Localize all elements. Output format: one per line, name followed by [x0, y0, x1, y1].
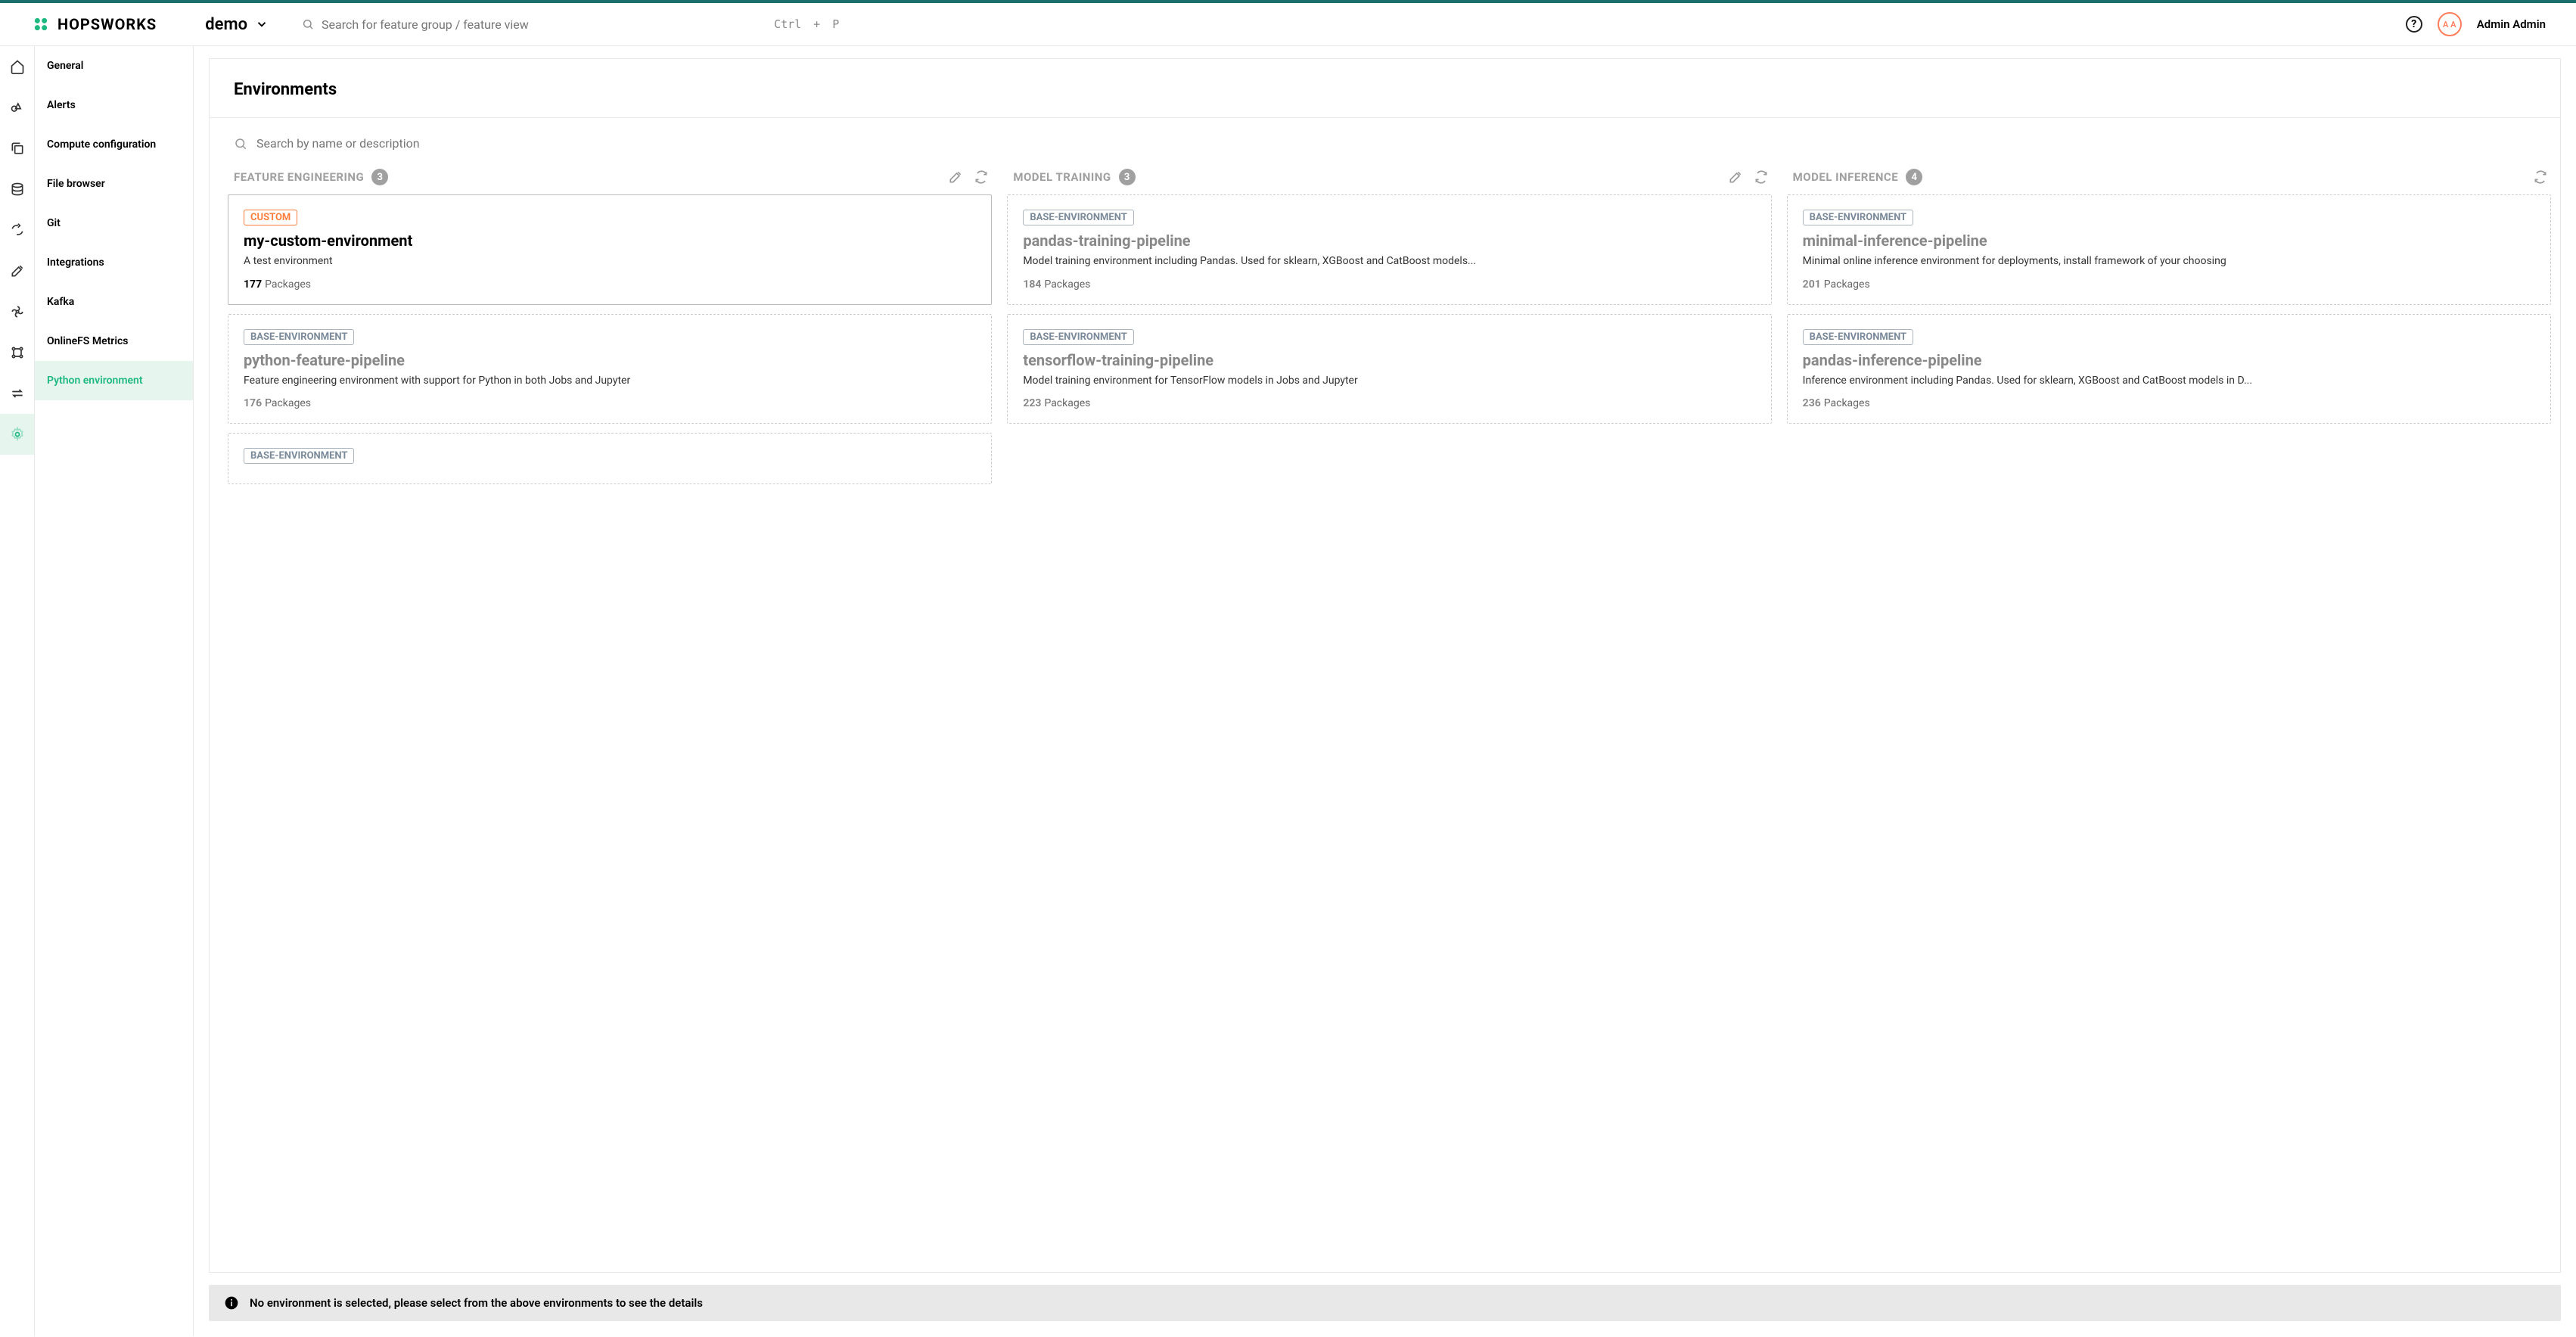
- user-name: Admin Admin: [2477, 17, 2546, 31]
- project-selector[interactable]: demo: [205, 15, 269, 34]
- rail-transfer[interactable]: [0, 373, 34, 414]
- environment-packages: 184Packages: [1023, 278, 1755, 291]
- environment-desc: Minimal online inference environment for…: [1803, 254, 2535, 269]
- page-title: Environments: [234, 80, 2536, 99]
- sidebar-item-python-env[interactable]: Python environment: [35, 361, 193, 400]
- kbd-hint: Ctrl + P: [774, 17, 839, 31]
- search-input[interactable]: [322, 17, 756, 32]
- environment-tag: BASE-ENVIRONMENT: [1023, 329, 1133, 345]
- env-search-input[interactable]: [256, 136, 483, 151]
- column-header: FEATURE ENGINEERING 3: [228, 169, 995, 185]
- environment-tag: BASE-ENVIRONMENT: [1803, 329, 1913, 345]
- rail-build[interactable]: [0, 250, 34, 291]
- environment-name: my-custom-environment: [244, 232, 976, 250]
- environment-tag: BASE-ENVIRONMENT: [244, 329, 354, 345]
- sidebar-item-general[interactable]: General: [35, 46, 193, 86]
- environment-card[interactable]: CUSTOM my-custom-environment A test envi…: [228, 194, 992, 305]
- environment-tag: BASE-ENVIRONMENT: [1023, 210, 1133, 225]
- environment-card[interactable]: BASE-ENVIRONMENT minimal-inference-pipel…: [1787, 194, 2551, 305]
- sidebar: General Alerts Compute configuration Fil…: [35, 46, 194, 1336]
- sync-icon[interactable]: [1754, 169, 1769, 185]
- environment-desc: Model training environment for TensorFlo…: [1023, 374, 1755, 389]
- column-count-badge: 3: [1119, 169, 1136, 185]
- column-count-badge: 3: [371, 169, 388, 185]
- logo[interactable]: HOPSWORKS: [30, 14, 157, 35]
- rail-storage[interactable]: [0, 169, 34, 210]
- info-icon: [224, 1295, 239, 1311]
- column-header: MODEL INFERENCE 4: [1787, 169, 2554, 185]
- app-header: HOPSWORKS demo Ctrl + P ? A A Admin Admi…: [0, 3, 2576, 46]
- environment-tag: BASE-ENVIRONMENT: [1803, 210, 1913, 225]
- sidebar-item-file-browser[interactable]: File browser: [35, 164, 193, 204]
- environment-packages: 176Packages: [244, 397, 976, 409]
- environment-desc: Inference environment including Pandas. …: [1803, 374, 2535, 389]
- environment-tag: BASE-ENVIRONMENT: [244, 448, 354, 464]
- environment-packages: 236Packages: [1803, 397, 2535, 409]
- rail-home[interactable]: [0, 46, 34, 87]
- rail-copy[interactable]: [0, 128, 34, 169]
- environment-name: pandas-training-pipeline: [1023, 232, 1755, 250]
- sync-icon[interactable]: [974, 169, 989, 185]
- rail-network[interactable]: [0, 332, 34, 373]
- env-search[interactable]: [234, 136, 2554, 151]
- info-text: No environment is selected, please selec…: [250, 1296, 703, 1310]
- sidebar-item-alerts[interactable]: Alerts: [35, 86, 193, 125]
- environment-desc: Model training environment including Pan…: [1023, 254, 1755, 269]
- search-icon: [234, 137, 247, 151]
- rail-sync[interactable]: [0, 210, 34, 250]
- user-avatar[interactable]: A A: [2438, 12, 2462, 36]
- sidebar-item-kafka[interactable]: Kafka: [35, 282, 193, 322]
- sidebar-item-compute[interactable]: Compute configuration: [35, 125, 193, 164]
- help-button[interactable]: ?: [2406, 16, 2422, 33]
- environment-tag: CUSTOM: [244, 210, 297, 225]
- search-icon: [302, 18, 314, 30]
- column-title: MODEL TRAINING: [1013, 170, 1111, 184]
- column-title: FEATURE ENGINEERING: [234, 170, 364, 184]
- environment-packages: 201Packages: [1803, 278, 2535, 291]
- environment-desc: A test environment: [244, 254, 976, 269]
- sync-icon[interactable]: [2533, 169, 2548, 185]
- environment-name: pandas-inference-pipeline: [1803, 351, 2535, 369]
- column-title: MODEL INFERENCE: [1793, 170, 1899, 184]
- environment-card[interactable]: BASE-ENVIRONMENT python-feature-pipeline…: [228, 314, 992, 424]
- environment-card[interactable]: BASE-ENVIRONMENT: [228, 433, 992, 484]
- environment-card[interactable]: BASE-ENVIRONMENT pandas-training-pipelin…: [1007, 194, 1771, 305]
- project-name: demo: [205, 15, 247, 34]
- environment-packages: 223Packages: [1023, 397, 1755, 409]
- icon-rail: [0, 46, 35, 1336]
- rail-settings[interactable]: [0, 414, 34, 455]
- environment-desc: Feature engineering environment with sup…: [244, 374, 976, 389]
- sidebar-item-git[interactable]: Git: [35, 204, 193, 243]
- sidebar-item-onlinefs[interactable]: OnlineFS Metrics: [35, 322, 193, 361]
- hopsworks-logo-icon: [30, 14, 51, 35]
- environment-name: tensorflow-training-pipeline: [1023, 351, 1755, 369]
- environment-packages: 177Packages: [244, 278, 976, 291]
- environment-name: python-feature-pipeline: [244, 351, 976, 369]
- logo-text: HOPSWORKS: [57, 15, 157, 33]
- rail-fan[interactable]: [0, 291, 34, 332]
- build-icon[interactable]: [1728, 169, 1743, 185]
- column-header: MODEL TRAINING 3: [1007, 169, 1774, 185]
- build-icon[interactable]: [948, 169, 963, 185]
- info-banner: No environment is selected, please selec…: [209, 1285, 2561, 1321]
- column-count-badge: 4: [1906, 169, 1922, 185]
- environment-card[interactable]: BASE-ENVIRONMENT tensorflow-training-pip…: [1007, 314, 1771, 424]
- environment-card[interactable]: BASE-ENVIRONMENT pandas-inference-pipeli…: [1787, 314, 2551, 424]
- environment-name: minimal-inference-pipeline: [1803, 232, 2535, 250]
- chevron-down-icon: [255, 17, 269, 31]
- rail-shapes[interactable]: [0, 87, 34, 128]
- global-search[interactable]: [302, 17, 756, 32]
- sidebar-item-integrations[interactable]: Integrations: [35, 243, 193, 282]
